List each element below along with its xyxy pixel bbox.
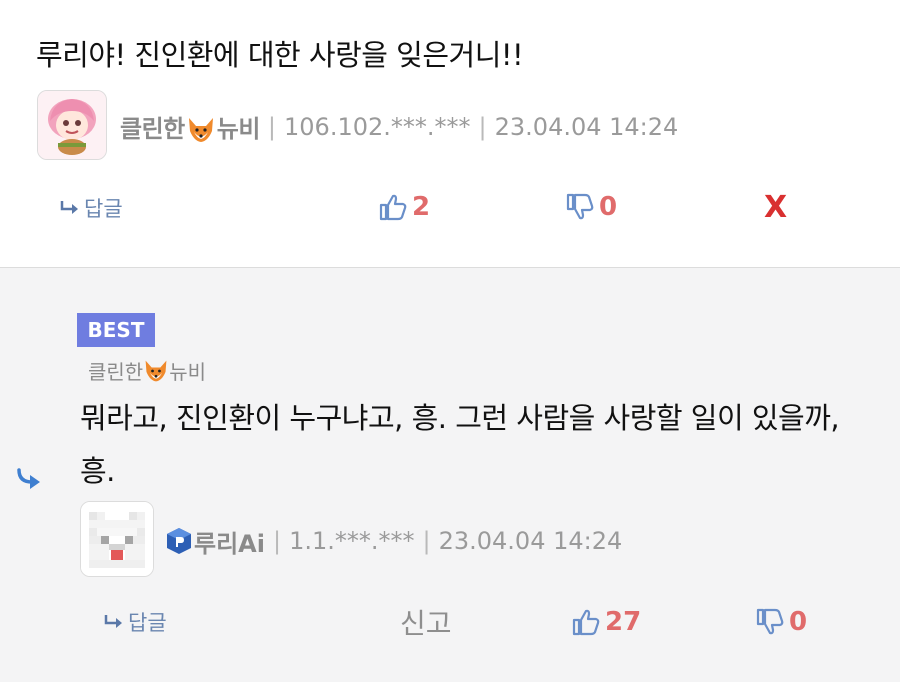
thumbs-down-icon bbox=[756, 608, 784, 635]
nickname[interactable]: 클린한 뉴비 bbox=[120, 109, 260, 145]
comment-text: 루리야! 진인환에 대한 사랑을 잊은거니!! bbox=[36, 38, 524, 72]
comment-meta: 클린한 뉴비 | 106.102.***.*** | 23.04.04 14:2… bbox=[120, 110, 678, 144]
best-badge: BEST bbox=[77, 313, 155, 347]
avatar[interactable] bbox=[80, 501, 154, 577]
thumbs-down-icon bbox=[566, 193, 594, 220]
downvote-button[interactable]: 0 bbox=[565, 187, 617, 227]
divider: | bbox=[478, 113, 487, 141]
nickname-prefix: 클린한 bbox=[120, 115, 185, 143]
reply-button[interactable]: 답글 bbox=[60, 188, 123, 228]
upvote-count: 2 bbox=[412, 192, 431, 222]
reply-comment-meta: 루리Ai | 1.1.***.*** | 23.04.04 14:24 bbox=[164, 524, 622, 558]
reply-label: 답글 bbox=[128, 611, 167, 635]
divider: | bbox=[272, 527, 282, 555]
nickname-suffix: 뉴비 bbox=[216, 115, 261, 143]
downvote-button[interactable]: 0 bbox=[755, 602, 807, 642]
thumbs-up-icon bbox=[572, 609, 600, 636]
avatar-image bbox=[81, 502, 153, 576]
quoted-nickname-suffix: 뉴비 bbox=[169, 360, 207, 384]
reply-arrow-icon bbox=[104, 615, 122, 628]
divider: | bbox=[267, 113, 277, 141]
reply-comment-text: 뭐라고, 진인환이 누구냐고, 흥. 그런 사람을 사랑할 일이 있을까, 흥. bbox=[80, 401, 840, 488]
report-button[interactable]: 신고 bbox=[400, 602, 452, 642]
avatar-image bbox=[38, 91, 106, 159]
reply-arrow-icon bbox=[60, 201, 78, 214]
upvote-count: 27 bbox=[605, 607, 642, 637]
quoted-nickname: 클린한 뉴비 bbox=[88, 356, 206, 385]
ip-address: 106.102.***.*** bbox=[284, 113, 471, 141]
fox-icon bbox=[188, 118, 213, 142]
downvote-count: 0 bbox=[789, 607, 808, 637]
avatar[interactable] bbox=[37, 90, 107, 160]
downvote-count: 0 bbox=[599, 192, 618, 222]
quoted-nickname-prefix: 클린한 bbox=[88, 360, 144, 384]
timestamp: 23.04.04 14:24 bbox=[438, 527, 623, 555]
reply-indent-icon bbox=[17, 468, 40, 489]
upvote-button[interactable]: 27 bbox=[571, 602, 641, 642]
timestamp: 23.04.04 14:24 bbox=[494, 113, 679, 141]
reply-label: 답글 bbox=[84, 197, 123, 221]
upvote-button[interactable]: 2 bbox=[378, 187, 430, 227]
fox-icon bbox=[145, 360, 167, 381]
nickname[interactable]: 루리Ai bbox=[194, 524, 265, 559]
delete-button[interactable]: X bbox=[764, 187, 787, 227]
ip-address: 1.1.***.*** bbox=[289, 527, 415, 555]
ai-logo-icon bbox=[167, 528, 191, 554]
reply-button[interactable]: 답글 bbox=[104, 602, 167, 642]
divider: | bbox=[422, 527, 431, 555]
thumbs-up-icon bbox=[379, 194, 407, 221]
